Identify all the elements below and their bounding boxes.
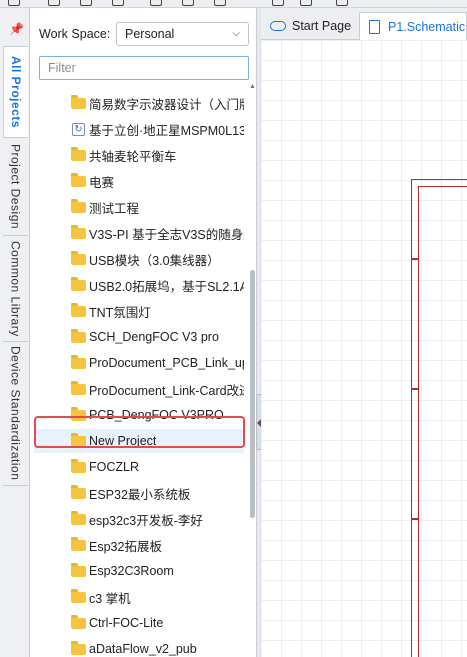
list-item[interactable]: TNT氛围灯 [34, 299, 244, 323]
list-item[interactable]: PCB_DengFOC V3PRO [34, 403, 244, 427]
folder-icon [71, 354, 86, 369]
projects-panel: Work Space: Personal ⌵ 简易数字示波器设计（入门版） ↻基… [30, 8, 258, 657]
toolbar-icon[interactable] [336, 0, 348, 6]
save-icon[interactable] [80, 0, 92, 6]
tab-common-library[interactable]: Common Library [3, 236, 28, 342]
folder-icon [71, 614, 86, 629]
folder-icon [71, 406, 86, 421]
frame-tick [411, 388, 419, 390]
workspace-value: Personal [125, 27, 175, 41]
toolbar-icon[interactable] [182, 0, 194, 6]
list-item[interactable]: V3S-PI 基于全志V3S的随身终 [34, 221, 244, 245]
tab-label: P1.Schematic [388, 19, 466, 34]
tab-label: Device Standardization [8, 346, 23, 481]
list-item[interactable]: FOCZLR [34, 455, 244, 479]
side-tab-strip: 📌 All Projects Project Design Common Lib… [0, 8, 30, 657]
tab-label: All Projects [9, 55, 23, 129]
folder-icon [71, 94, 86, 109]
list-item[interactable]: 电赛 [34, 169, 244, 193]
tab-all-projects[interactable]: All Projects [3, 46, 28, 138]
schematic-doc-icon [369, 19, 380, 34]
folder-icon [71, 588, 86, 603]
list-item[interactable]: 测试工程 [34, 195, 244, 219]
scrollbar-thumb[interactable] [250, 270, 255, 518]
list-item[interactable]: 共轴麦轮平衡车 [34, 143, 244, 167]
folder-icon [71, 484, 86, 499]
search-icon[interactable] [272, 0, 284, 6]
folder-icon [71, 302, 86, 317]
toolbar-icon[interactable] [214, 0, 226, 6]
tab-device-standardization[interactable]: Device Standardization [3, 342, 28, 486]
filter-input[interactable] [39, 56, 249, 80]
folder-icon [71, 146, 86, 161]
cloud-icon [270, 21, 286, 31]
list-item[interactable]: USB2.0拓展坞，基于SL2.1A, [34, 273, 244, 297]
toolbar-icon[interactable] [112, 0, 124, 6]
list-item[interactable]: ProDocument_Link-Card改进版 [34, 377, 244, 401]
folder-icon [71, 224, 86, 239]
folder-icon [71, 198, 86, 213]
frame-tick [411, 518, 419, 520]
schematic-canvas[interactable] [261, 40, 467, 657]
list-item[interactable]: ProDocument_PCB_Link_upg [34, 351, 244, 375]
folder-icon [71, 510, 86, 525]
list-item[interactable]: ↻ 基于立创·地正星MSPM0L1306 [34, 117, 244, 141]
list-item[interactable]: ESP32最小系统板 [34, 481, 244, 505]
tab-start-page[interactable]: Start Page [261, 12, 357, 40]
toolbar-icon[interactable] [300, 0, 312, 6]
folder-icon [71, 562, 86, 577]
tab-project-design[interactable]: Project Design [3, 138, 28, 236]
project-list: 简易数字示波器设计（入门版） ↻基于立创·地正星MSPM0L1306 共轴麦轮平… [30, 81, 250, 657]
list-item[interactable]: Esp32C3Room [34, 559, 244, 583]
folder-icon [71, 276, 86, 291]
document-tab-bar: Start Page P1.Schematic [261, 8, 467, 40]
list-item[interactable]: 简易数字示波器设计（入门版） [34, 91, 244, 115]
tab-p1-schematic[interactable]: P1.Schematic [359, 12, 467, 40]
list-item[interactable]: Esp32拓展板 [34, 533, 244, 557]
toolbar-icon[interactable] [48, 0, 60, 6]
folder-icon [71, 172, 86, 187]
list-item[interactable]: aDataFlow_v2_pub [34, 637, 244, 657]
folder-icon [71, 536, 86, 551]
pin-icon[interactable]: 📌 [9, 20, 24, 38]
toolbar-icon[interactable] [8, 0, 20, 6]
tab-label: Project Design [8, 143, 23, 230]
workspace-select[interactable]: Personal ⌵ [116, 22, 249, 46]
top-toolbar [0, 0, 467, 8]
folder-icon [71, 380, 86, 395]
frame-tick [411, 258, 419, 260]
sheet-frame-inner [418, 186, 467, 657]
folder-icon [71, 328, 86, 343]
list-item[interactable]: USB模块（3.0集线器） [34, 247, 244, 271]
toolbar-icon[interactable] [150, 0, 162, 6]
list-item-selected[interactable]: New Project [34, 429, 244, 453]
tab-label: Start Page [292, 19, 352, 33]
folder-icon [71, 640, 86, 655]
shared-project-icon: ↻ [72, 122, 85, 136]
list-item[interactable]: c3 掌机 [34, 585, 244, 609]
folder-icon [71, 458, 86, 473]
workspace-label: Work Space: [39, 27, 111, 41]
chevron-down-icon: ⌵ [232, 28, 240, 39]
folder-icon [71, 250, 86, 265]
list-item[interactable]: Ctrl-FOC-Lite [34, 611, 244, 635]
scroll-up-arrow-icon[interactable]: ▲ [249, 83, 256, 90]
folder-icon [71, 432, 86, 447]
tab-label: Common Library [8, 240, 23, 337]
list-item[interactable]: esp32c3开发板-李好 [34, 507, 244, 531]
list-item[interactable]: SCH_DengFOC V3 pro [34, 325, 244, 349]
